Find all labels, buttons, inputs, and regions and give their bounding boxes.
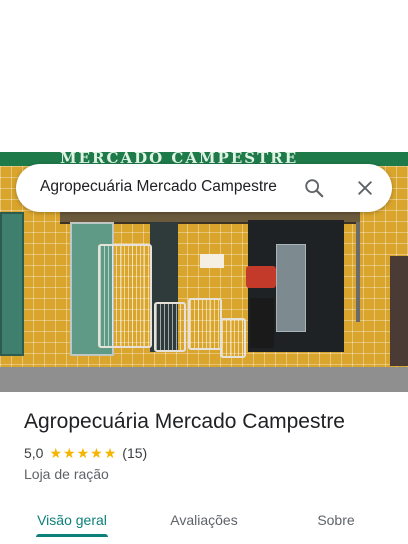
tab-reviews[interactable]: Avaliações: [152, 496, 256, 544]
bird-cage: [154, 302, 186, 352]
star-icon: ★: [76, 445, 90, 461]
search-bar[interactable]: Agropecuária Mercado Campestre: [16, 164, 392, 212]
rating-row[interactable]: 5,0 ★ ★ ★ ★ ★ (15): [24, 444, 147, 462]
search-icon: [305, 179, 324, 198]
place-title: Agropecuária Mercado Campestre: [24, 410, 345, 433]
red-bag: [246, 266, 276, 288]
active-tab-indicator: [36, 534, 108, 537]
right-gate: [390, 256, 408, 366]
search-button[interactable]: [300, 174, 328, 202]
bird-cage: [98, 244, 152, 348]
star-icon: ★: [63, 445, 76, 461]
star-icon: ★: [90, 445, 103, 461]
shelf: [276, 244, 306, 332]
reviews-count[interactable]: (15): [122, 445, 147, 461]
star-icon: ★: [103, 445, 117, 461]
rating-value: 5,0: [24, 445, 44, 461]
place-category: Loja de ração: [24, 466, 109, 482]
map-blank-area: [0, 0, 408, 152]
pipe: [356, 222, 360, 322]
poster: [200, 254, 224, 268]
left-door: [0, 212, 24, 356]
search-query-text[interactable]: Agropecuária Mercado Campestre: [40, 178, 277, 196]
bird-cage: [220, 318, 246, 358]
tab-about[interactable]: Sobre: [284, 496, 388, 544]
sidewalk: [0, 367, 408, 392]
place-tabs: Visão geral Avaliações Sobre: [0, 496, 408, 544]
bird-cage: [188, 298, 222, 350]
place-info-panel: Agropecuária Mercado Campestre 5,0 ★ ★ ★…: [0, 392, 408, 544]
close-icon: [358, 181, 372, 195]
fridge: [250, 298, 274, 348]
rating-stars: ★ ★ ★ ★ ★: [49, 446, 116, 460]
star-icon: ★: [49, 445, 63, 461]
clear-search-button[interactable]: [351, 174, 379, 202]
